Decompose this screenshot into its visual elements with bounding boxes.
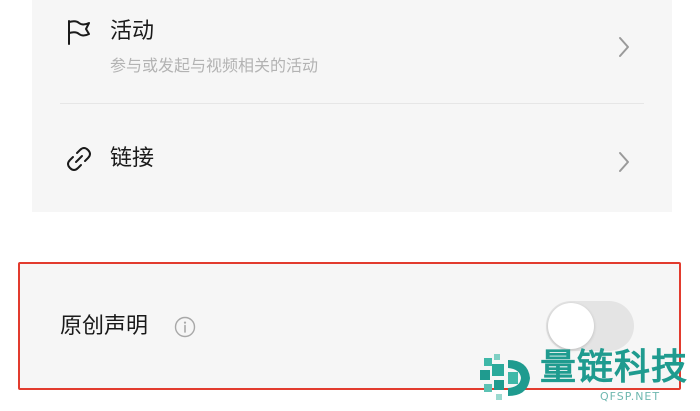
activity-subtitle: 参与或发起与视频相关的活动 — [110, 56, 319, 75]
activity-row[interactable]: 活动 参与或发起与视频相关的活动 — [32, 0, 672, 103]
toggle-knob — [548, 303, 594, 349]
activity-title: 活动 — [110, 19, 155, 44]
settings-card: 活动 参与或发起与视频相关的活动 链接 — [32, 0, 672, 212]
chevron-right-icon — [619, 152, 629, 172]
watermark: 量链科技 QFSP.NET — [478, 346, 700, 411]
link-title: 链接 — [110, 146, 155, 171]
page: 活动 参与或发起与视频相关的活动 链接 原创声明 量链科技 QFSP.NET — [0, 0, 700, 411]
flag-icon — [68, 20, 90, 45]
watermark-logo-icon — [480, 354, 530, 400]
link-icon — [67, 147, 91, 171]
original-declaration-label: 原创声明 — [60, 314, 149, 339]
link-row[interactable]: 链接 — [32, 104, 672, 212]
chevron-right-icon — [619, 37, 629, 57]
info-icon[interactable] — [174, 316, 196, 338]
watermark-domain: QFSP.NET — [600, 390, 661, 403]
original-declaration-toggle[interactable] — [546, 301, 634, 351]
watermark-brand: 量链科技 — [540, 347, 689, 388]
